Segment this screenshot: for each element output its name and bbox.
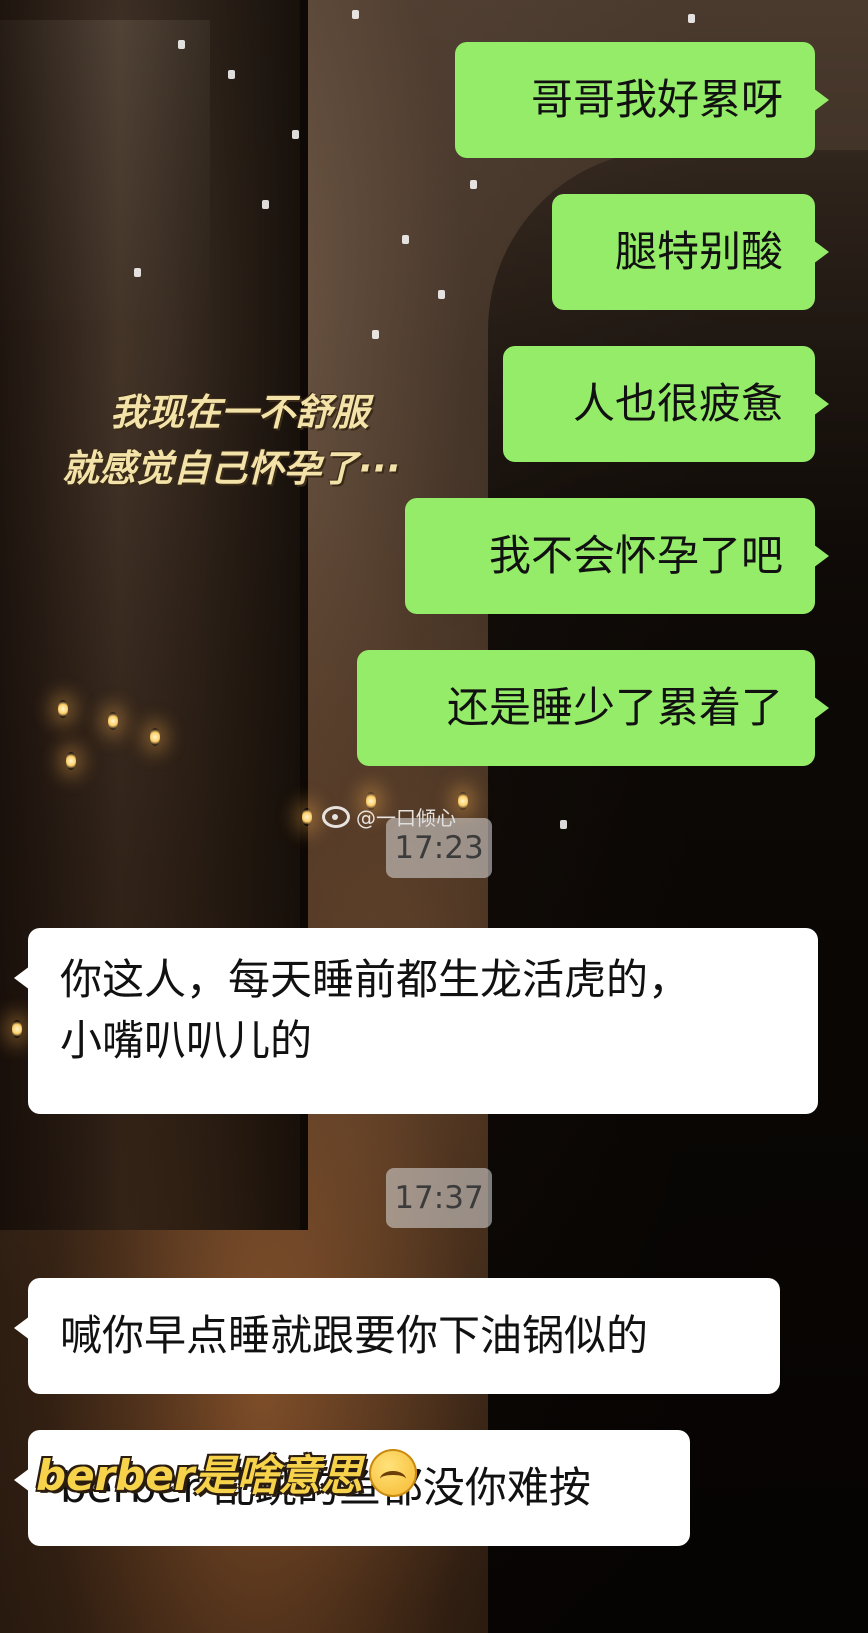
message-text: 还是睡少了累着了 [446,682,783,732]
overlay-caption: berber是啥意思 [36,1442,417,1503]
sent-message-bubble[interactable]: 人也很疲惫 [503,346,829,462]
caption-line: 我现在一不舒服 [110,391,369,434]
snow-particle [352,10,359,19]
candle-light [458,792,468,810]
snow-particle [178,40,185,49]
photo-caption: 我现在一不舒服 就感觉自己怀孕了··· [62,385,400,497]
sent-message-bubble[interactable]: 还是睡少了累着了 [357,650,829,766]
overlay-caption-text: berber是啥意思 [36,1451,363,1500]
received-message-bubble[interactable]: 喊你早点睡就跟要你下油锅似的 [14,1278,780,1394]
sent-message-bubble[interactable]: 腿特别酸 [552,194,829,310]
candle-light [108,712,118,730]
message-text: 我不会怀孕了吧 [488,530,783,580]
candle-light [58,700,68,718]
candle-light [12,1020,22,1038]
snow-particle [470,180,477,189]
snow-particle [402,235,409,244]
weibo-icon [322,805,350,828]
timestamp: 17:23 [386,818,492,878]
snow-particle [228,70,235,79]
sent-message-bubble[interactable]: 我不会怀孕了吧 [405,498,829,614]
message-text: 人也很疲惫 [572,378,783,428]
snow-particle [292,130,299,139]
message-text: 腿特别酸 [614,226,783,276]
snow-particle [438,290,445,299]
snow-particle [372,330,379,339]
message-text: 喊你早点睡就跟要你下油锅似的 [60,1310,649,1360]
candle-light [150,728,160,746]
timestamp: 17:37 [386,1168,492,1228]
message-text-line: 小嘴叭叭儿的 [60,1015,313,1065]
snow-particle [262,200,269,209]
snow-particle [688,14,695,23]
snow-particle [560,820,567,829]
caption-line: 就感觉自己怀孕了··· [62,447,401,490]
candle-light [66,752,76,770]
candle-light [302,808,312,826]
upside-down-face-icon [368,1448,417,1497]
message-text: 哥哥我好累呀 [530,74,783,124]
sent-message-bubble[interactable]: 哥哥我好累呀 [455,42,829,158]
snow-particle [134,268,141,277]
received-message-bubble[interactable]: 你这人，每天睡前都生龙活虎的， 小嘴叭叭儿的 [14,928,818,1114]
message-text-line: 你这人，每天睡前都生龙活虎的， [60,955,691,1004]
